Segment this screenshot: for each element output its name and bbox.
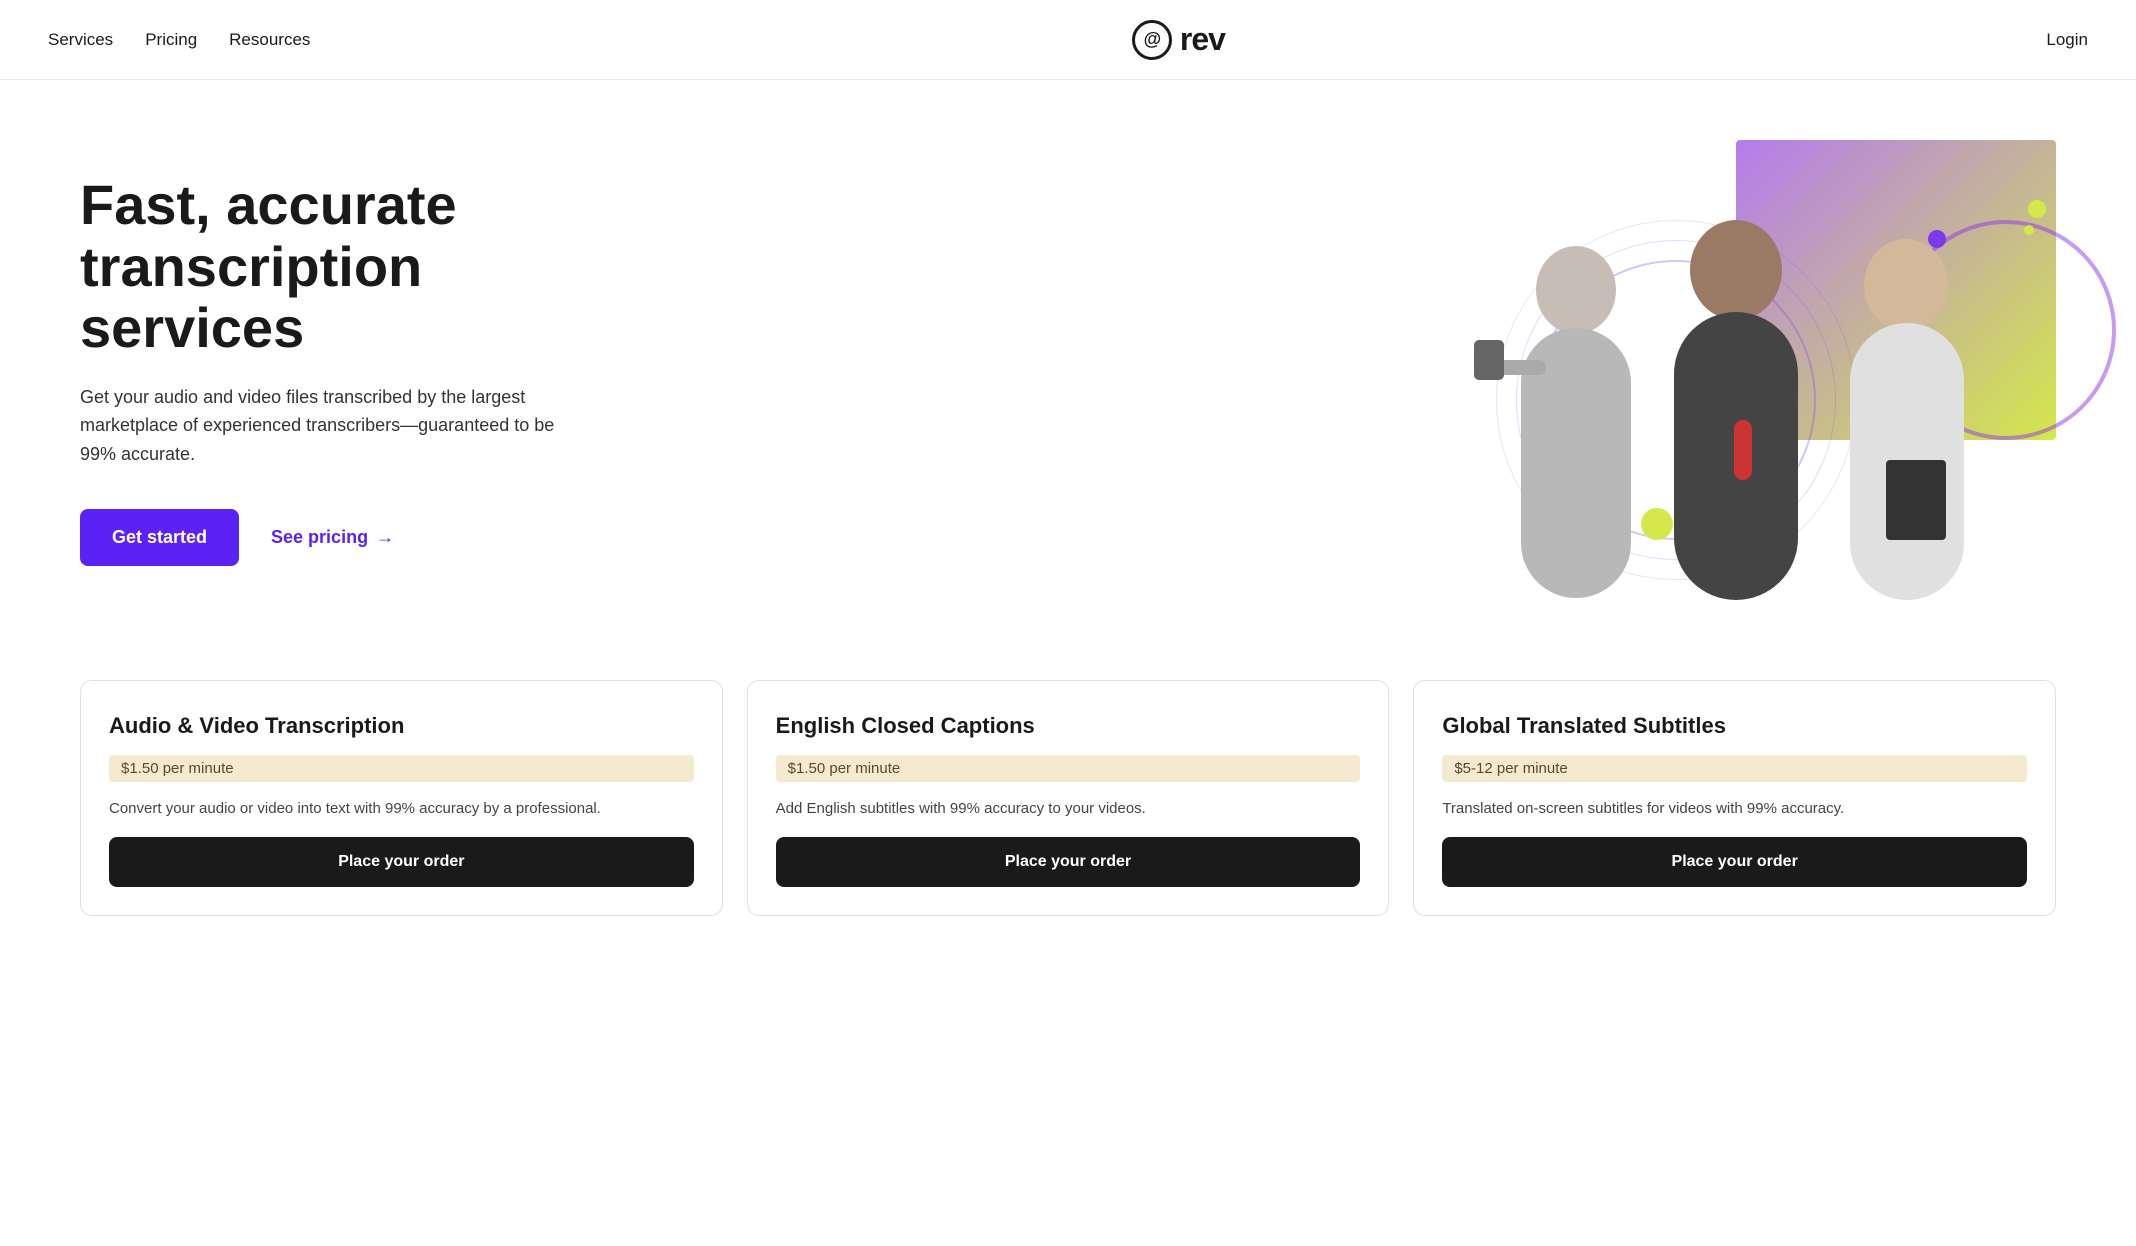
service-price-1: $1.50 per minute [109, 755, 694, 782]
get-started-button[interactable]: Get started [80, 509, 239, 566]
services-grid: Audio & Video Transcription $1.50 per mi… [80, 680, 2056, 916]
nav-services[interactable]: Services [48, 30, 113, 50]
service-price-3: $5-12 per minute [1442, 755, 2027, 782]
service-price-2: $1.50 per minute [776, 755, 1361, 782]
arrow-icon: → [376, 527, 394, 548]
hero-description: Get your audio and video files transcrib… [80, 383, 580, 469]
logo[interactable]: @ rev [1132, 20, 1225, 60]
service-desc-3: Translated on-screen subtitles for video… [1442, 798, 2027, 821]
main-nav: Services Pricing Resources [48, 30, 310, 50]
hero-title: Fast, accurate transcription services [80, 174, 660, 359]
see-pricing-label: See pricing [271, 527, 368, 548]
service-title-1: Audio & Video Transcription [109, 713, 694, 739]
dot-yellow-tiny [2024, 225, 2034, 235]
see-pricing-link[interactable]: See pricing → [271, 527, 394, 548]
logo-icon: @ [1132, 20, 1172, 60]
service-desc-1: Convert your audio or video into text wi… [109, 798, 694, 821]
service-card-captions: English Closed Captions $1.50 per minute… [747, 680, 1390, 916]
service-title-2: English Closed Captions [776, 713, 1361, 739]
dot-yellow-small [2028, 200, 2046, 218]
login-link[interactable]: Login [2046, 30, 2088, 50]
service-title-3: Global Translated Subtitles [1442, 713, 2027, 739]
nav-resources[interactable]: Resources [229, 30, 310, 50]
services-section: Audio & Video Transcription $1.50 per mi… [0, 660, 2136, 976]
hero-actions: Get started See pricing → [80, 509, 660, 566]
hero-section: Fast, accurate transcription services Ge… [0, 80, 2136, 660]
nav-pricing[interactable]: Pricing [145, 30, 197, 50]
dot-yellow-large [1641, 508, 1673, 540]
hero-image [1456, 140, 2056, 600]
logo-text: rev [1180, 21, 1225, 58]
service-card-subtitles: Global Translated Subtitles $5-12 per mi… [1413, 680, 2056, 916]
dot-purple [1928, 230, 1946, 248]
order-button-2[interactable]: Place your order [776, 837, 1361, 887]
service-desc-2: Add English subtitles with 99% accuracy … [776, 798, 1361, 821]
order-button-1[interactable]: Place your order [109, 837, 694, 887]
hero-content: Fast, accurate transcription services Ge… [80, 174, 660, 566]
service-card-transcription: Audio & Video Transcription $1.50 per mi… [80, 680, 723, 916]
people-illustration [1456, 180, 2036, 600]
header: Services Pricing Resources @ rev Login [0, 0, 2136, 80]
order-button-3[interactable]: Place your order [1442, 837, 2027, 887]
